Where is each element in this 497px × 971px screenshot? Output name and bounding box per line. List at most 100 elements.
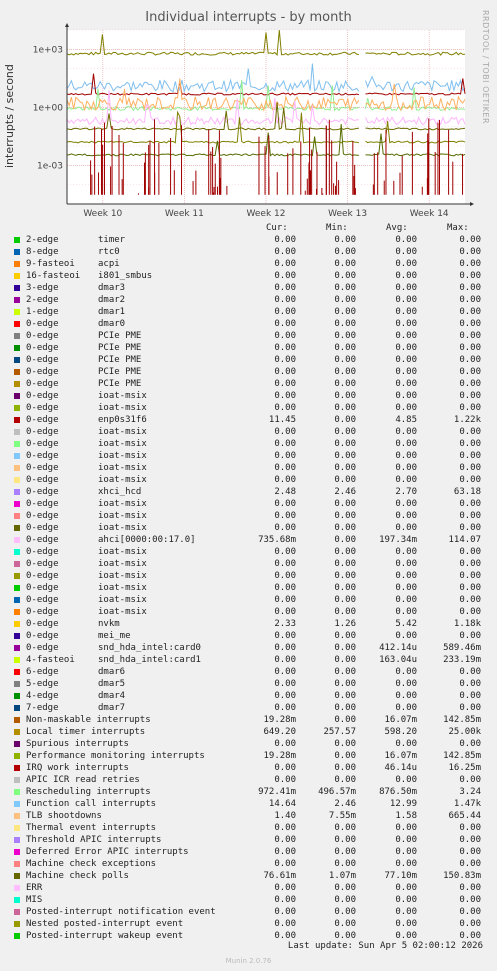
- legend-name: Machine check polls: [26, 871, 129, 881]
- legend-max: 665.44: [448, 811, 481, 821]
- legend-min: 0.00: [334, 739, 356, 749]
- legend-device: ioat-msix: [98, 511, 147, 521]
- legend-row: 5-edge dmar5 0.00 0.00 0.00 0.00: [0, 678, 497, 690]
- legend-max: 0.00: [459, 679, 481, 689]
- legend-swatch: [14, 369, 20, 375]
- legend-name: 2-edge: [26, 235, 59, 245]
- legend-max: 0.00: [459, 607, 481, 617]
- legend-max: 0.00: [459, 331, 481, 341]
- legend-row: 0-edge ioat-msix 0.00 0.00 0.00 0.00: [0, 606, 497, 618]
- legend-device: ioat-msix: [98, 547, 147, 557]
- legend-swatch: [14, 933, 20, 939]
- legend-max: 0.00: [459, 823, 481, 833]
- legend-cur: 0.00: [274, 775, 296, 785]
- legend-cur: 0.00: [274, 331, 296, 341]
- legend-max: 0.00: [459, 631, 481, 641]
- legend-avg: 0.00: [395, 667, 417, 677]
- legend-min: 2.46: [334, 799, 356, 809]
- legend-swatch: [14, 801, 20, 807]
- legend-device: enp0s31f6: [98, 415, 147, 425]
- legend-avg: 0.00: [395, 367, 417, 377]
- legend-min: 0.00: [334, 403, 356, 413]
- legend-swatch: [14, 741, 20, 747]
- legend-min: 0.00: [334, 355, 356, 365]
- legend-max: 0.00: [459, 439, 481, 449]
- legend-min: 0.00: [334, 499, 356, 509]
- legend-avg: 16.07m: [384, 751, 417, 761]
- legend-cur: 2.33: [274, 619, 296, 629]
- legend-row: 0-edge PCIe PME 0.00 0.00 0.00 0.00: [0, 378, 497, 390]
- legend-name: 0-edge: [26, 535, 59, 545]
- legend-header-max: Max:: [447, 223, 469, 233]
- legend-name: APIC ICR read retries: [26, 775, 140, 785]
- legend-cur: 0.00: [274, 691, 296, 701]
- legend-avg: 0.00: [395, 583, 417, 593]
- legend-avg: 16.07m: [384, 715, 417, 725]
- legend-min: 0.00: [334, 775, 356, 785]
- legend-avg: 5.42: [395, 619, 417, 629]
- legend-max: 0.00: [459, 283, 481, 293]
- legend-cur: 0.00: [274, 451, 296, 461]
- legend-device: ioat-msix: [98, 391, 147, 401]
- legend-swatch: [14, 621, 20, 627]
- legend-swatch: [14, 345, 20, 351]
- legend-min: 0.00: [334, 919, 356, 929]
- legend-name: 0-edge: [26, 571, 59, 581]
- legend-cur: 0.00: [274, 283, 296, 293]
- legend-row: 0-edge ioat-msix 0.00 0.00 0.00 0.00: [0, 510, 497, 522]
- legend-avg: 0.00: [395, 895, 417, 905]
- legend-name: 0-edge: [26, 343, 59, 353]
- legend-cur: 0.00: [274, 403, 296, 413]
- legend-swatch: [14, 513, 20, 519]
- legend-row: 0-edge ioat-msix 0.00 0.00 0.00 0.00: [0, 402, 497, 414]
- legend-avg: 1.58: [395, 811, 417, 821]
- legend-max: 1.47k: [453, 799, 481, 809]
- legend-max: 0.00: [459, 475, 481, 485]
- legend-swatch: [14, 357, 20, 363]
- legend-cur: 0.00: [274, 463, 296, 473]
- legend-min: 0.00: [334, 415, 356, 425]
- legend-cur: 0.00: [274, 823, 296, 833]
- legend-name: 0-edge: [26, 607, 59, 617]
- legend-min: 257.57: [323, 727, 356, 737]
- legend-avg: 0.00: [395, 235, 417, 245]
- legend-row: Non-maskable interrupts 19.28m 0.00 16.07m 1…: [0, 714, 497, 726]
- legend-avg: 163.04u: [379, 655, 417, 665]
- legend-device: PCIe PME: [98, 331, 142, 341]
- legend-swatch: [14, 909, 20, 915]
- legend-cur: 0.00: [274, 511, 296, 521]
- legend-row: Spurious interrupts 0.00 0.00 0.00 0.00: [0, 738, 497, 750]
- legend-cur: 0.00: [274, 295, 296, 305]
- legend-name: 9-fasteoi: [26, 259, 75, 269]
- legend-min: 0.00: [334, 547, 356, 557]
- legend-swatch: [14, 861, 20, 867]
- legend-min: 0.00: [334, 595, 356, 605]
- legend-max: 0.00: [459, 271, 481, 281]
- legend-cur: 0.00: [274, 739, 296, 749]
- legend-avg: 0.00: [395, 475, 417, 485]
- legend-swatch: [14, 825, 20, 831]
- legend-device: dmar2: [98, 295, 126, 305]
- legend-min: 0.00: [334, 511, 356, 521]
- legend-avg: 0.00: [395, 571, 417, 581]
- legend-min: 0.00: [334, 307, 356, 317]
- legend-swatch: [14, 765, 20, 771]
- legend-max: 0.00: [459, 511, 481, 521]
- legend-avg: 0.00: [395, 307, 417, 317]
- legend-row: 6-edge dmar6 0.00 0.00 0.00 0.00: [0, 666, 497, 678]
- legend-cur: 0.00: [274, 835, 296, 845]
- legend-avg: 2.70: [395, 487, 417, 497]
- legend-cur: 0.00: [274, 391, 296, 401]
- legend-max: 0.00: [459, 403, 481, 413]
- legend-min: 0.00: [334, 451, 356, 461]
- legend-name: 0-edge: [26, 631, 59, 641]
- legend-min: 0.00: [334, 667, 356, 677]
- legend-device: dmar5: [98, 679, 126, 689]
- legend-device: dmar7: [98, 703, 126, 713]
- legend-swatch: [14, 465, 20, 471]
- legend-avg: 0.00: [395, 439, 417, 449]
- legend-cur: 0.00: [274, 319, 296, 329]
- legend-swatch: [14, 405, 20, 411]
- legend-name: Deferred Error APIC interrupts: [26, 847, 189, 857]
- legend-avg: 197.34m: [379, 535, 417, 545]
